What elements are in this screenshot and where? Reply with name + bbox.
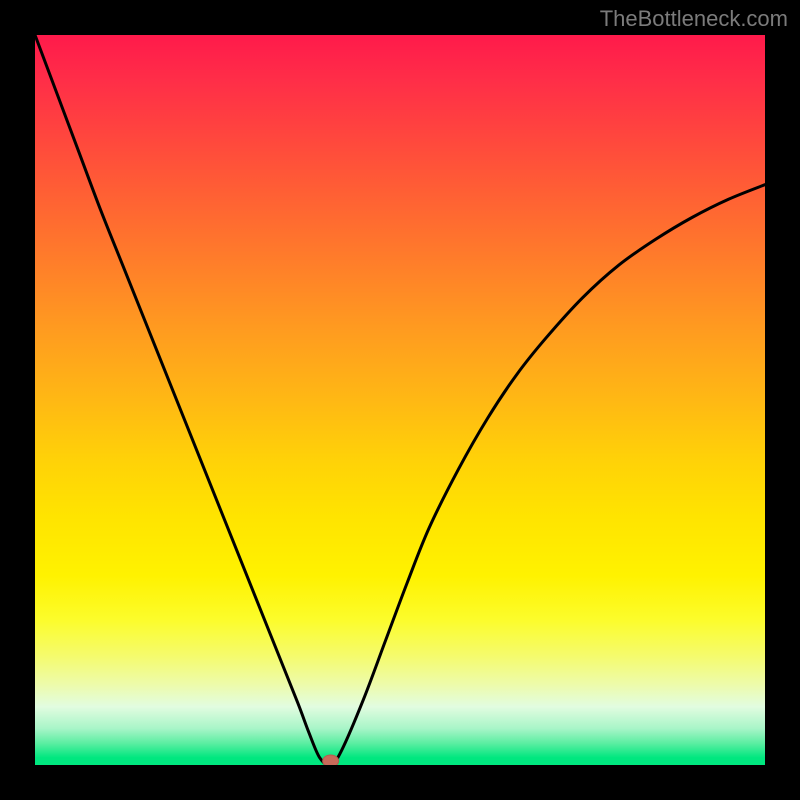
plot-area [35, 35, 765, 765]
min-point-marker [323, 755, 339, 765]
chart-frame: TheBottleneck.com [0, 0, 800, 800]
watermark-text: TheBottleneck.com [600, 6, 788, 32]
bottleneck-curve [35, 35, 765, 765]
curve-svg [35, 35, 765, 765]
